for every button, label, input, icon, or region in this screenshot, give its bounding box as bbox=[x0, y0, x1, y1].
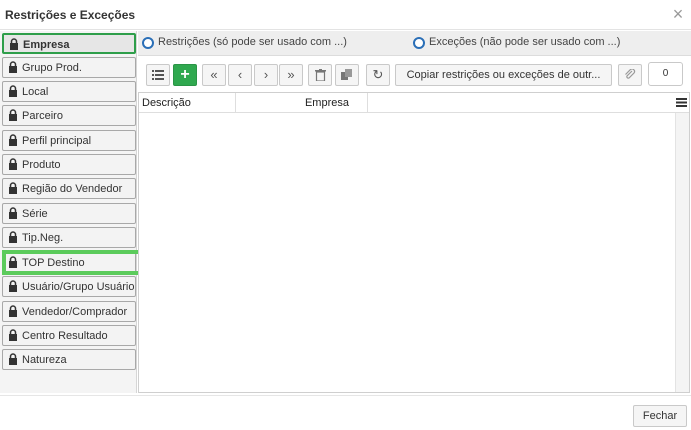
delete-icon bbox=[314, 69, 326, 82]
sidebar-item-top-destino[interactable]: TOP Destino bbox=[2, 252, 136, 273]
lock-icon bbox=[9, 280, 17, 292]
sidebar-item-grupo-prod[interactable]: Grupo Prod. bbox=[2, 57, 136, 78]
add-button[interactable]: + bbox=[173, 64, 197, 86]
record-counter: 0 bbox=[648, 62, 683, 86]
grid-scrollbar[interactable] bbox=[675, 113, 689, 392]
radio-exceptions-label: Exceções (não pode ser usado com ...) bbox=[429, 36, 621, 48]
lock-icon bbox=[9, 329, 17, 341]
dialog-title: Restrições e Exceções bbox=[5, 8, 136, 22]
radio-circle-icon[interactable] bbox=[413, 37, 425, 49]
sidebar-item-label: Empresa bbox=[23, 39, 70, 51]
refresh-icon: ↻ bbox=[372, 67, 384, 82]
radio-restrictions-label: Restrições (só pode ser usado com ...) bbox=[158, 36, 347, 48]
first-page-button[interactable]: « bbox=[202, 64, 226, 86]
close-icon[interactable]: × bbox=[669, 5, 687, 23]
sidebar-item-usuario-grupo[interactable]: Usuário/Grupo Usuário bbox=[2, 276, 136, 297]
duplicate-button[interactable] bbox=[335, 64, 359, 86]
lock-icon bbox=[9, 353, 17, 365]
sidebar-item-local[interactable]: Local bbox=[2, 81, 136, 102]
delete-button[interactable] bbox=[308, 64, 332, 86]
grid-toolbar: + « ‹ › » ↻ Copiar restrições ou exceçõe… bbox=[138, 57, 691, 91]
sidebar-item-centro-resultado[interactable]: Centro Resultado bbox=[2, 325, 136, 346]
sidebar-item-label: TOP Destino bbox=[22, 257, 85, 269]
sidebar-item-label: Série bbox=[22, 208, 48, 220]
column-header-empresa[interactable]: Empresa bbox=[236, 93, 368, 113]
lock-icon bbox=[9, 61, 17, 73]
next-button[interactable]: › bbox=[254, 64, 278, 86]
last-page-button[interactable]: » bbox=[279, 64, 303, 86]
column-header-descricao[interactable]: Descrição bbox=[139, 93, 236, 113]
lock-icon bbox=[9, 207, 17, 219]
sidebar-item-label: Perfil principal bbox=[22, 135, 92, 147]
sidebar-item-tip-neg[interactable]: Tip.Neg. bbox=[2, 227, 136, 248]
first-page-icon: « bbox=[210, 67, 218, 82]
restriction-type-sidebar: Empresa Grupo Prod. Local Parceiro Perfi… bbox=[0, 31, 137, 393]
sidebar-item-empresa[interactable]: Empresa bbox=[2, 33, 136, 54]
lock-icon bbox=[9, 305, 17, 317]
lock-icon bbox=[9, 158, 17, 170]
data-grid: Descrição Empresa bbox=[138, 92, 690, 393]
duplicate-icon bbox=[341, 69, 352, 80]
sidebar-item-label: Vendedor/Comprador bbox=[22, 306, 128, 318]
lock-icon bbox=[9, 109, 17, 121]
sidebar-item-label: Local bbox=[22, 86, 49, 98]
lock-icon bbox=[9, 256, 17, 268]
lock-icon bbox=[9, 134, 17, 146]
add-icon: + bbox=[180, 66, 190, 83]
last-page-icon: » bbox=[287, 67, 295, 82]
sidebar-item-produto[interactable]: Produto bbox=[2, 154, 136, 175]
fechar-button[interactable]: Fechar bbox=[633, 405, 687, 427]
sidebar-item-label: Centro Resultado bbox=[22, 330, 108, 342]
dialog-footer: Fechar bbox=[0, 395, 691, 430]
dialog-titlebar: Restrições e Exceções × bbox=[0, 0, 691, 30]
radio-circle-icon[interactable] bbox=[142, 37, 154, 49]
lock-icon bbox=[9, 231, 17, 243]
sidebar-item-label: Usuário/Grupo Usuário bbox=[22, 281, 135, 293]
sidebar-item-natureza[interactable]: Natureza bbox=[2, 349, 136, 370]
prev-icon: ‹ bbox=[237, 67, 243, 82]
lock-icon bbox=[9, 182, 17, 194]
refresh-button[interactable]: ↻ bbox=[366, 64, 390, 86]
list-view-button[interactable] bbox=[146, 64, 170, 86]
sidebar-item-parceiro[interactable]: Parceiro bbox=[2, 105, 136, 126]
sidebar-item-label: Parceiro bbox=[22, 110, 63, 122]
attach-button[interactable] bbox=[618, 64, 642, 86]
sidebar-item-regiao-vendedor[interactable]: Região do Vendedor bbox=[2, 178, 136, 199]
sidebar-item-label: Natureza bbox=[22, 354, 67, 366]
sidebar-item-label: Região do Vendedor bbox=[22, 183, 123, 195]
prev-button[interactable]: ‹ bbox=[228, 64, 252, 86]
sidebar-item-label: Tip.Neg. bbox=[22, 232, 64, 244]
grid-header: Descrição Empresa bbox=[139, 93, 689, 113]
copy-rules-button[interactable]: Copiar restrições ou exceções de outr... bbox=[395, 64, 612, 86]
sidebar-item-label: Grupo Prod. bbox=[22, 62, 82, 74]
lock-icon bbox=[9, 85, 17, 97]
lock-icon bbox=[10, 38, 18, 50]
list-icon bbox=[152, 70, 164, 80]
sidebar-item-vendedor-comprador[interactable]: Vendedor/Comprador bbox=[2, 301, 136, 322]
column-menu-icon[interactable] bbox=[676, 97, 687, 108]
attach-icon bbox=[625, 68, 636, 79]
next-icon: › bbox=[263, 67, 269, 82]
sidebar-item-label: Produto bbox=[22, 159, 61, 171]
sidebar-item-serie[interactable]: Série bbox=[2, 203, 136, 224]
mode-radio-bar: Restrições (só pode ser usado com ...) E… bbox=[138, 31, 691, 56]
sidebar-item-perfil-principal[interactable]: Perfil principal bbox=[2, 130, 136, 151]
